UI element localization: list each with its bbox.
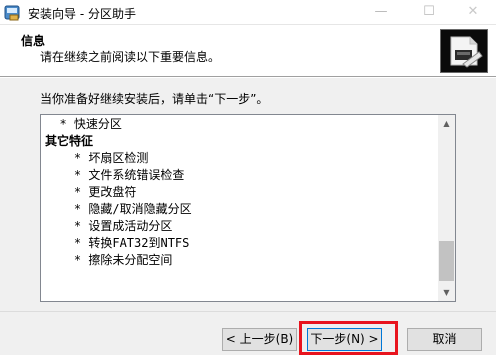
close-button[interactable]: ✕ bbox=[450, 0, 496, 25]
memo-text: * 快速分区 其它特征 * 坏扇区检测 * 文件系统错误检查 * 更改盘符 * 隐… bbox=[45, 116, 437, 303]
memo-line: * 文件系统错误检查 bbox=[45, 168, 185, 182]
memo-line: * 擦除未分配空间 bbox=[45, 253, 173, 267]
instruction-text: 当你准备好继续安装后，请单击“下一步”。 bbox=[40, 92, 269, 106]
maximize-button[interactable]: ☐ bbox=[406, 0, 452, 25]
scroll-thumb[interactable] bbox=[439, 241, 454, 281]
title-bar: 安装向导 - 分区助手 — ☐ ✕ bbox=[0, 0, 496, 25]
setup-logo-icon bbox=[440, 29, 488, 73]
installer-app-icon bbox=[4, 4, 22, 22]
wizard-content: 当你准备好继续安装后，请单击“下一步”。 * 快速分区 其它特征 * 坏扇区检测 … bbox=[0, 78, 496, 311]
memo-line: * 转换FAT32到NTFS bbox=[45, 236, 190, 250]
memo-line: * 隐藏/取消隐藏分区 bbox=[45, 202, 192, 216]
memo-line: * 更改盘符 bbox=[45, 185, 137, 199]
scroll-down-icon[interactable]: ▼ bbox=[438, 284, 455, 301]
memo-line: * 快速分区 bbox=[45, 117, 122, 131]
memo-line bbox=[45, 286, 437, 303]
memo-scrollbar[interactable]: ▲ ▼ bbox=[438, 115, 455, 301]
minimize-button[interactable]: — bbox=[358, 0, 404, 25]
next-button-highlight bbox=[299, 321, 398, 355]
memo-line: * 设置成活动分区 bbox=[45, 219, 173, 233]
scroll-up-icon[interactable]: ▲ bbox=[438, 115, 455, 132]
wizard-header: 信息 请在继续之前阅读以下重要信息。 bbox=[0, 25, 496, 77]
cancel-button[interactable]: 取消 bbox=[407, 328, 482, 351]
window-title: 安装向导 - 分区助手 bbox=[28, 7, 136, 21]
info-memo[interactable]: * 快速分区 其它特征 * 坏扇区检测 * 文件系统错误检查 * 更改盘符 * 隐… bbox=[40, 114, 456, 302]
page-subtitle: 请在继续之前阅读以下重要信息。 bbox=[40, 50, 221, 64]
wizard-footer: < 上一步(B) 下一步(N) > 取消 bbox=[0, 311, 496, 355]
page-title: 信息 bbox=[21, 34, 46, 48]
memo-line bbox=[45, 269, 437, 286]
memo-line: * 坏扇区检测 bbox=[45, 151, 149, 165]
memo-line: 其它特征 bbox=[45, 134, 94, 148]
back-button[interactable]: < 上一步(B) bbox=[222, 328, 297, 351]
